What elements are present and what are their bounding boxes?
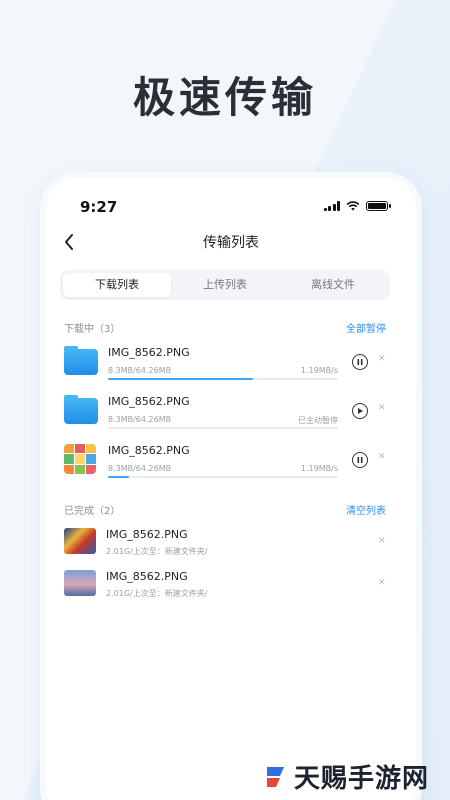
completed-item[interactable]: IMG_8562.PNG 2.01G/上次至：新建文件夹/ ✕ xyxy=(64,566,394,610)
remove-button[interactable]: ✕ xyxy=(378,452,386,462)
hero-title: 极速传输 xyxy=(132,73,317,122)
watermark: 天赐手游网 xyxy=(262,758,429,795)
pause-button[interactable] xyxy=(352,354,368,370)
download-item[interactable]: IMG_8562.PNG 8.3MB/64.26MB 1.19MB/s ✕ xyxy=(64,342,394,386)
file-name: IMG_8562.PNG xyxy=(108,395,190,408)
status-bar: 9:27 xyxy=(46,196,416,218)
progress-fill xyxy=(108,476,129,478)
pause-button[interactable] xyxy=(352,452,368,468)
tab-download-list[interactable]: 下载列表 xyxy=(63,273,171,297)
transfer-speed: 1.19MB/s xyxy=(300,464,338,473)
brand-text: 天赐手游网 xyxy=(294,764,430,794)
folder-icon xyxy=(64,395,98,424)
progress-bar xyxy=(108,427,338,429)
completed-section-header: 已完成（2） 清空列表 xyxy=(64,502,386,518)
file-size: 8.3MB/64.26MB xyxy=(108,464,172,473)
downloading-section-header: 下载中（3） 全部暂停 xyxy=(64,320,386,336)
signal-icon xyxy=(323,201,340,211)
remove-button[interactable]: ✕ xyxy=(378,403,386,413)
nav-title: 传输列表 xyxy=(203,235,259,251)
folder-icon xyxy=(64,346,98,375)
resume-button[interactable] xyxy=(352,403,368,419)
download-item[interactable]: IMG_8562.PNG 8.3MB/64.26MB 1.19MB/s ✕ xyxy=(64,440,394,484)
wifi-icon xyxy=(346,201,360,211)
completed-title: 已完成（2） xyxy=(64,506,121,517)
image-thumbnail xyxy=(64,570,96,596)
image-thumbnail xyxy=(64,528,96,554)
remove-button[interactable]: ✕ xyxy=(378,536,386,546)
play-icon xyxy=(358,408,363,414)
remove-button[interactable]: ✕ xyxy=(378,354,386,364)
status-time: 9:27 xyxy=(80,198,118,216)
file-size: 8.3MB/64.26MB xyxy=(108,415,172,424)
transfer-speed: 1.19MB/s xyxy=(300,366,338,375)
nav-bar: 传输列表 xyxy=(46,230,416,254)
phone-frame: 9:27 传输列表 下载列表 上传列表 离线文件 下载中（3） 全部暂停 IMG… xyxy=(46,178,416,800)
progress-bar xyxy=(108,476,338,478)
tab-upload-list[interactable]: 上传列表 xyxy=(171,273,279,297)
status-icons xyxy=(323,201,391,211)
progress-bar xyxy=(108,378,338,380)
pause-icon xyxy=(357,457,363,463)
completed-item[interactable]: IMG_8562.PNG 2.01G/上次至：新建文件夹/ ✕ xyxy=(64,524,394,568)
pause-all-button[interactable]: 全部暂停 xyxy=(346,320,386,335)
image-grid-icon xyxy=(64,444,98,474)
file-name: IMG_8562.PNG xyxy=(108,444,190,457)
tab-offline-files[interactable]: 离线文件 xyxy=(279,273,387,297)
transfer-tabs: 下载列表 上传列表 离线文件 xyxy=(60,270,390,300)
file-location: 2.01G/上次至：新建文件夹/ xyxy=(106,547,208,556)
clear-list-button[interactable]: 清空列表 xyxy=(346,502,386,517)
file-size: 8.3MB/64.26MB xyxy=(108,366,172,375)
pause-icon xyxy=(357,359,363,365)
file-name: IMG_8562.PNG xyxy=(106,528,188,541)
file-location: 2.01G/上次至：新建文件夹/ xyxy=(106,589,208,598)
download-item[interactable]: IMG_8562.PNG 8.3MB/64.26MB 已主动暂停 ✕ xyxy=(64,391,394,435)
progress-fill xyxy=(108,378,253,380)
transfer-status: 已主动暂停 xyxy=(298,416,338,425)
battery-icon xyxy=(366,201,391,211)
brand-logo-icon xyxy=(262,764,288,790)
downloading-title: 下载中（3） xyxy=(64,324,121,335)
file-name: IMG_8562.PNG xyxy=(108,346,190,359)
file-name: IMG_8562.PNG xyxy=(106,570,188,583)
remove-button[interactable]: ✕ xyxy=(378,578,386,588)
